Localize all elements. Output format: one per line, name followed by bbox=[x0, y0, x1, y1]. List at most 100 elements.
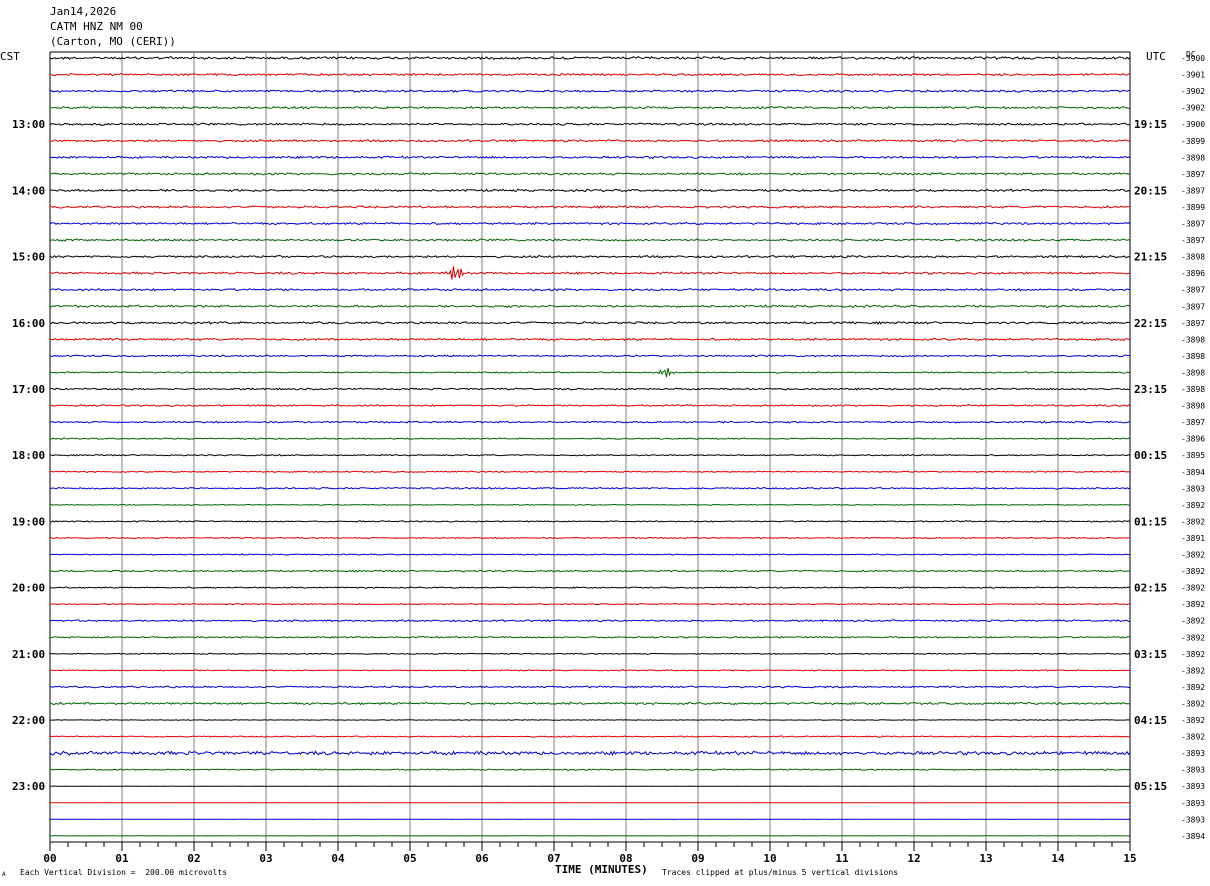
x-tick-label: 12 bbox=[907, 852, 920, 865]
utc-hour-label: 05:15 bbox=[1134, 780, 1167, 793]
helicorder-plot: CST UTC DC -3900-3901-3902-3902-3900-389… bbox=[0, 50, 1205, 865]
dc-offset-label: -3892 bbox=[1181, 700, 1205, 709]
seismic-trace bbox=[49, 320, 1131, 325]
utc-hour-label: 22:15 bbox=[1134, 317, 1167, 330]
x-tick-label: 04 bbox=[331, 852, 345, 865]
x-tick-label: 05 bbox=[403, 852, 416, 865]
seismic-trace bbox=[49, 735, 1131, 738]
utc-hour-label: 19:15 bbox=[1134, 118, 1167, 131]
dc-offset-label: -3892 bbox=[1181, 567, 1205, 576]
cst-hour-label: 18:00 bbox=[12, 449, 45, 462]
seismic-trace bbox=[49, 238, 1131, 242]
seismic-trace bbox=[49, 387, 1131, 391]
cst-hour-label: 17:00 bbox=[12, 383, 45, 396]
dc-offset-label: -3897 bbox=[1181, 236, 1205, 245]
x-axis-title: TIME (MINUTES) bbox=[555, 863, 648, 876]
seismic-trace bbox=[49, 619, 1131, 623]
seismic-trace bbox=[49, 354, 1131, 358]
seismic-trace bbox=[49, 404, 1131, 408]
seismic-trace bbox=[49, 205, 1131, 209]
seismic-trace bbox=[49, 536, 1130, 540]
seismic-trace bbox=[49, 486, 1131, 490]
seismic-trace bbox=[49, 171, 1131, 176]
seismic-trace bbox=[49, 470, 1131, 474]
seismic-trace bbox=[49, 437, 1131, 440]
cst-hour-label: 15:00 bbox=[12, 251, 45, 264]
seismic-trace bbox=[49, 652, 1131, 655]
dc-offset-label: -3892 bbox=[1181, 617, 1205, 626]
dc-offset-label: -3892 bbox=[1181, 683, 1205, 692]
seismic-trace bbox=[49, 266, 1131, 280]
dc-offset-label: -3896 bbox=[1181, 269, 1205, 278]
dc-offset-label: -3897 bbox=[1181, 186, 1205, 195]
scale-note: Each Vertical Division = 200.00 microvol… bbox=[20, 868, 228, 877]
dc-offset-label: -3893 bbox=[1181, 815, 1205, 824]
utc-hour-label: 03:15 bbox=[1134, 648, 1167, 661]
dc-offset-label: -3895 bbox=[1181, 451, 1205, 460]
seismic-trace bbox=[49, 122, 1131, 126]
corner-mark: A bbox=[2, 871, 6, 878]
cst-hour-label: 20:00 bbox=[12, 582, 45, 595]
seismic-trace bbox=[49, 635, 1131, 639]
seismic-trace bbox=[49, 138, 1131, 143]
seismic-trace bbox=[49, 701, 1131, 706]
dc-offset-label: -3898 bbox=[1181, 402, 1205, 411]
dc-offset-label: -3898 bbox=[1181, 368, 1205, 377]
dc-offset-label: -3893 bbox=[1181, 749, 1205, 758]
dc-offset-label: -3901 bbox=[1181, 71, 1205, 80]
dc-offset-label: -3896 bbox=[1181, 435, 1205, 444]
utc-hour-label: 02:15 bbox=[1134, 582, 1167, 595]
left-axis-label: CST bbox=[0, 50, 20, 63]
dc-offset-label: -3897 bbox=[1181, 170, 1205, 179]
seismic-trace bbox=[49, 453, 1131, 457]
dc-offset-label: -3898 bbox=[1181, 253, 1205, 262]
x-axis-ticks: 00 01 02 03 04 05 06 07 08 09 10 11 12 13 14 15 bbox=[43, 841, 1137, 865]
dc-offset-label: -3894 bbox=[1181, 832, 1205, 841]
cst-hour-label: 16:00 bbox=[12, 317, 45, 330]
seismic-trace bbox=[49, 553, 1131, 556]
utc-hour-label: 21:15 bbox=[1134, 251, 1167, 264]
utc-hour-label: 01:15 bbox=[1134, 515, 1167, 528]
seismic-trace bbox=[49, 155, 1131, 160]
dc-offset-label: -3898 bbox=[1181, 385, 1205, 394]
seismic-trace bbox=[49, 750, 1131, 756]
dc-offset-label: -3893 bbox=[1181, 799, 1205, 808]
cst-hour-label: 22:00 bbox=[12, 714, 45, 727]
seismic-trace bbox=[49, 520, 1131, 523]
x-tick-label: 15 bbox=[1123, 852, 1136, 865]
seismic-trace bbox=[49, 768, 1131, 771]
utc-hour-label: 20:15 bbox=[1134, 184, 1167, 197]
seismic-trace bbox=[49, 420, 1131, 424]
dc-offset-label: -3892 bbox=[1181, 517, 1205, 526]
dc-offset-label: -3897 bbox=[1181, 286, 1205, 295]
seismic-trace bbox=[49, 254, 1131, 259]
dc-offset-label: -3897 bbox=[1181, 319, 1205, 328]
x-tick-label: 00 bbox=[43, 852, 56, 865]
dc-offset-label: -3893 bbox=[1181, 484, 1205, 493]
cst-hour-label: 13:00 bbox=[12, 118, 45, 131]
seismic-trace bbox=[49, 287, 1131, 292]
dc-offset-label: -3892 bbox=[1181, 716, 1205, 725]
seismic-trace bbox=[49, 55, 1131, 61]
dc-offset-label: -3894 bbox=[1181, 468, 1205, 477]
seismic-trace bbox=[49, 586, 1131, 589]
dc-offset-label: -3897 bbox=[1181, 302, 1205, 311]
dc-offset-label: -3899 bbox=[1181, 203, 1205, 212]
dc-offset-label: -3892 bbox=[1181, 633, 1205, 642]
x-tick-label: 11 bbox=[835, 852, 849, 865]
utc-hour-label: 23:15 bbox=[1134, 383, 1167, 396]
dc-offset-label: -3900 bbox=[1181, 54, 1205, 63]
dc-offset-label: -3898 bbox=[1181, 335, 1205, 344]
dc-offset-label: -3900 bbox=[1181, 120, 1205, 129]
cst-hour-label: 19:00 bbox=[12, 515, 45, 528]
seismic-trace bbox=[49, 685, 1131, 689]
dc-offset-label: -3897 bbox=[1181, 418, 1205, 427]
x-tick-label: 10 bbox=[763, 852, 776, 865]
seismic-trace bbox=[49, 337, 1131, 342]
seismic-trace bbox=[49, 603, 1131, 606]
dc-offset-label: -3891 bbox=[1181, 534, 1205, 543]
seismic-trace bbox=[49, 367, 1131, 378]
seismic-trace bbox=[49, 503, 1131, 506]
dc-offset-label: -3893 bbox=[1181, 766, 1205, 775]
dc-offset-label: -3898 bbox=[1181, 352, 1205, 361]
